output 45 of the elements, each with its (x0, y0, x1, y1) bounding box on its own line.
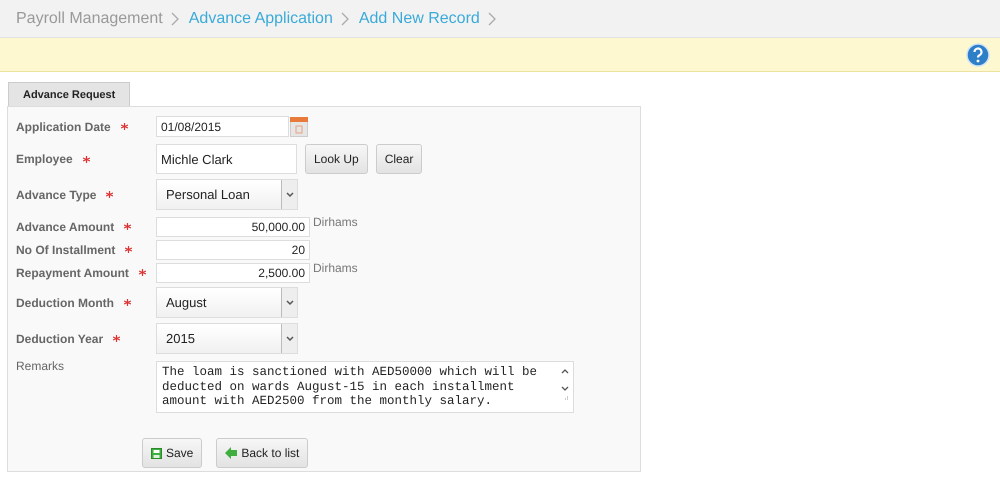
required-icon (106, 191, 114, 198)
dropdown[interactable]: August (156, 287, 298, 318)
caret-icon (286, 336, 294, 342)
tab[interactable]: Advance Request (8, 82, 130, 106)
field-label: Advance Amount (16, 220, 114, 234)
required-icon (113, 335, 120, 342)
save-icon (151, 448, 162, 458)
required-icon (124, 299, 131, 306)
back-button[interactable]: Back to list (216, 438, 308, 468)
scroll-arrows-icon[interactable] (561, 367, 569, 401)
unit-label: Dirhams (313, 261, 358, 275)
calendar-icon[interactable] (290, 116, 308, 136)
field-label: Repayment Amount (16, 266, 129, 280)
lookup-button[interactable]: Look Up (305, 144, 368, 174)
chevron-icon (340, 12, 349, 26)
amount-field[interactable]: 2,500.00 (156, 262, 310, 282)
field-label: No Of Installment (16, 242, 116, 256)
dropdown[interactable]: 2015 (156, 323, 298, 354)
caret-icon (286, 300, 294, 306)
required-icon (125, 246, 132, 253)
breadcrumb-item: Payroll Management (16, 10, 163, 28)
field-label: Advance Type (16, 188, 96, 202)
caret-icon (286, 192, 294, 198)
arrow-left-icon (225, 447, 238, 459)
amount-field[interactable]: 50,000.00 (156, 216, 310, 236)
field-label: Application Date (16, 120, 111, 134)
lookup-button[interactable]: Clear (376, 144, 422, 174)
chevron-icon (170, 12, 179, 26)
required-icon (138, 269, 146, 276)
dropdown[interactable]: Personal Loan (156, 179, 298, 210)
help-icon[interactable] (966, 42, 990, 66)
field-label: Deduction Month (16, 296, 114, 310)
required-icon (124, 223, 132, 230)
field-label: Employee (16, 152, 73, 166)
date-field[interactable]: 01/08/2015 (156, 116, 289, 137)
field-label: Deduction Year (16, 332, 104, 346)
unit-label: Dirhams (313, 215, 358, 229)
chevron-icon (488, 12, 496, 26)
save-button[interactable]: Save (142, 438, 202, 468)
required-icon (120, 123, 128, 130)
remarks-field[interactable]: The loam is sanctioned with AED50000 which will be deducted on wards August-15 in each installment amount with AED2500 from the monthly salary. (156, 361, 574, 413)
amount-field[interactable]: 20 (156, 240, 310, 260)
required-icon (82, 156, 90, 162)
employee-field[interactable]: Michle Clark (156, 144, 297, 174)
field-label: Remarks (16, 359, 64, 373)
